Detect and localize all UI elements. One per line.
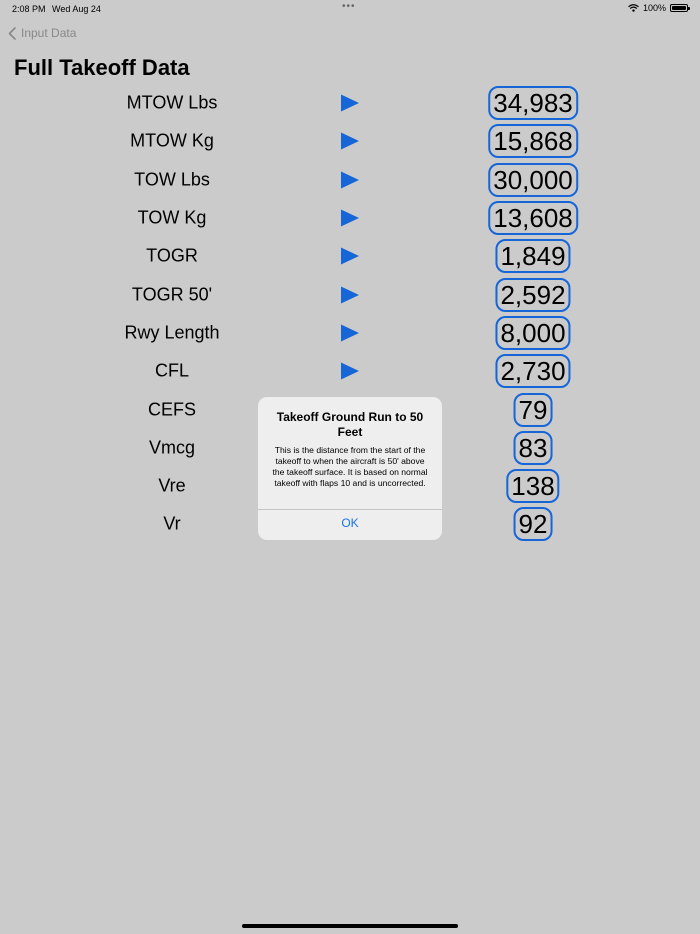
back-button[interactable]: Input Data <box>8 26 76 40</box>
alert-title: Takeoff Ground Run to 50 Feet <box>276 410 424 439</box>
row-label: TOW Lbs <box>134 169 210 190</box>
row-label: Vr <box>163 513 181 534</box>
data-row: Rwy Length 8,000 <box>0 314 700 352</box>
data-row: TOW Lbs 30,000 <box>0 161 700 199</box>
row-value: 15,868 <box>488 124 578 159</box>
row-value: 138 <box>506 469 560 504</box>
info-play-icon[interactable] <box>340 362 360 380</box>
wifi-icon <box>628 4 639 12</box>
battery-fill <box>672 6 686 10</box>
info-play-icon[interactable] <box>340 209 360 227</box>
row-label: Rwy Length <box>124 322 220 343</box>
row-value: 2,730 <box>495 354 571 389</box>
info-alert: Takeoff Ground Run to 50 Feet This is th… <box>258 397 442 540</box>
row-value: 13,608 <box>488 201 578 236</box>
row-value: 8,000 <box>495 315 571 350</box>
data-row: TOW Kg 13,608 <box>0 199 700 237</box>
row-label: CEFS <box>147 399 197 420</box>
row-label: Vre <box>158 475 186 496</box>
home-indicator[interactable] <box>242 924 458 928</box>
row-value: 2,592 <box>495 277 571 312</box>
info-play-icon[interactable] <box>340 324 360 342</box>
back-button-label: Input Data <box>21 26 77 40</box>
row-label: TOGR <box>146 245 198 266</box>
chevron-left-icon <box>8 26 16 40</box>
row-label: TOGR 50' <box>131 284 213 305</box>
data-row: TOGR 50' 2,592 <box>0 275 700 313</box>
row-value: 79 <box>513 392 553 427</box>
data-row: MTOW Lbs 34,983 <box>0 84 700 122</box>
status-right-group: 100% <box>628 3 690 13</box>
row-value: 30,000 <box>488 162 578 197</box>
row-value: 34,983 <box>488 86 578 121</box>
row-label: MTOW Kg <box>130 130 214 151</box>
row-value: 92 <box>513 507 553 542</box>
row-label: CFL <box>154 360 190 381</box>
battery-percent: 100% <box>642 3 666 13</box>
info-play-icon[interactable] <box>340 286 360 304</box>
data-row: TOGR 1,849 <box>0 237 700 275</box>
status-bar: 2:08 PM Wed Aug 24 ••• 100% <box>0 0 700 18</box>
multitasking-dots-icon[interactable]: ••• <box>342 1 356 12</box>
row-label: TOW Kg <box>137 207 207 228</box>
data-row: CFL 2,730 <box>0 352 700 390</box>
data-row: MTOW Kg 15,868 <box>0 122 700 160</box>
alert-ok-button[interactable]: OK <box>258 510 442 540</box>
info-play-icon[interactable] <box>340 247 360 265</box>
row-label: Vmcg <box>148 437 196 458</box>
battery-icon <box>670 4 690 12</box>
alert-message: This is the distance from the start of t… <box>272 445 428 488</box>
status-date: Wed Aug 24 <box>52 4 101 14</box>
row-value: 83 <box>513 430 553 465</box>
row-label: MTOW Lbs <box>126 92 218 113</box>
info-play-icon[interactable] <box>340 132 360 150</box>
info-play-icon[interactable] <box>340 171 360 189</box>
page-title: Full Takeoff Data <box>14 55 190 80</box>
status-time: 2:08 PM <box>12 4 46 14</box>
row-value: 1,849 <box>495 239 571 274</box>
info-play-icon[interactable] <box>340 94 360 112</box>
